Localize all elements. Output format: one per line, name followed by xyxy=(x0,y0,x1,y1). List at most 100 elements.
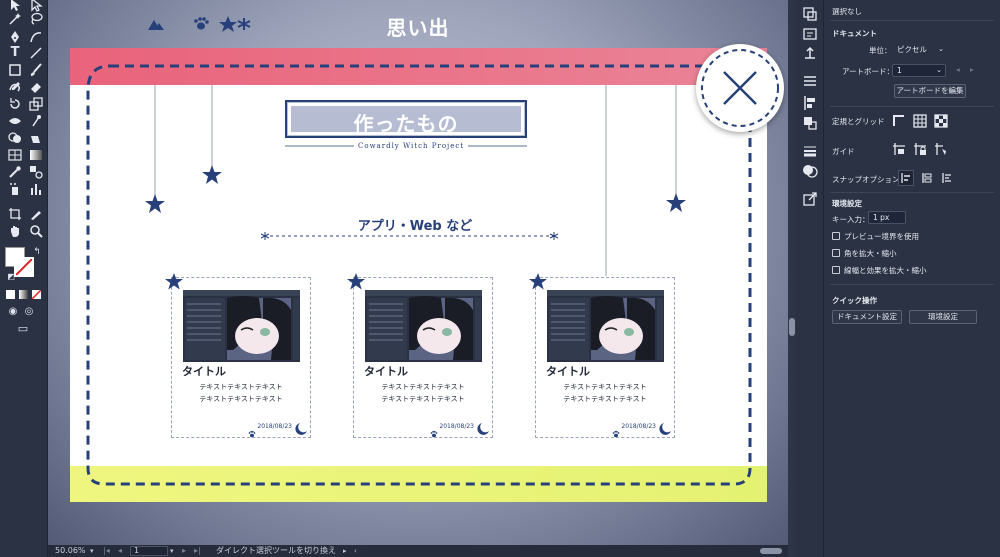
card-thumbnail xyxy=(365,290,482,362)
units-dropdown[interactable]: ピクセル ⌄ xyxy=(892,43,948,56)
vertical-scroll-thumb[interactable] xyxy=(789,318,795,336)
zoom-dropdown-icon[interactable]: ▾ xyxy=(90,545,94,557)
scroll-left-icon[interactable]: ‹ xyxy=(354,545,357,557)
close-button[interactable] xyxy=(696,44,784,132)
artboards-panel-icon[interactable] xyxy=(801,25,819,43)
preview-bounds-checkbox[interactable] xyxy=(832,232,840,240)
artboard-value: 1 xyxy=(897,66,902,75)
screen-mode-icon[interactable]: ▭ xyxy=(14,320,32,338)
snap-to-pixel-icon[interactable] xyxy=(920,171,934,185)
shape-builder-tool-icon[interactable] xyxy=(6,129,24,147)
appearance-panel-icon[interactable] xyxy=(801,162,819,180)
slice-tool-icon[interactable] xyxy=(27,205,45,223)
scale-corners-checkbox[interactable] xyxy=(832,249,840,257)
draw-behind-icon[interactable]: ◎ xyxy=(20,303,38,321)
hand-tool-icon[interactable] xyxy=(6,222,24,240)
work-card[interactable]: タイトル テキストテキストテキスト テキストテキストテキスト 2018/08/2… xyxy=(535,277,675,438)
paintbrush-tool-icon[interactable] xyxy=(27,61,45,79)
next-artboard-icon[interactable]: ▸ xyxy=(182,545,186,557)
next-artboard-icon[interactable]: ▸ xyxy=(970,65,974,74)
align-panel-icon[interactable] xyxy=(801,94,819,112)
divider xyxy=(830,20,994,21)
snap-to-point-toggle[interactable] xyxy=(898,170,914,186)
heading-box: 作ったもの xyxy=(285,100,527,138)
artboard[interactable]: 作ったもの Cowardly Witch Project アプリ・Web など xyxy=(70,48,767,502)
eyedropper-tool-icon[interactable] xyxy=(6,163,24,181)
snap-to-glyph-icon[interactable] xyxy=(940,171,954,185)
magic-wand-tool-icon[interactable] xyxy=(6,10,24,28)
scale-strokes-checkbox[interactable] xyxy=(832,266,840,274)
divider xyxy=(830,106,994,107)
work-card[interactable]: タイトル テキストテキストテキスト テキストテキストテキスト 2018/08/2… xyxy=(171,277,311,438)
last-artboard-icon[interactable]: ▸| xyxy=(194,545,201,557)
card-title: タイトル xyxy=(364,365,408,378)
shaper-tool-icon[interactable] xyxy=(6,78,24,96)
smart-guides-icon[interactable] xyxy=(934,142,948,156)
current-tool-status: ダイレクト選択ツールを切り換え xyxy=(216,546,336,555)
card-date: 2018/08/23 xyxy=(439,423,474,430)
width-tool-icon[interactable] xyxy=(6,112,24,130)
lock-guides-icon[interactable] xyxy=(913,142,927,156)
grid-icon[interactable] xyxy=(913,114,927,128)
tools-panel: T ↰ ◩ ◉ ◎ ▭ xyxy=(0,0,48,557)
swap-colors-icon[interactable]: ↰ xyxy=(28,243,46,261)
puppet-warp-tool-icon[interactable] xyxy=(27,112,45,130)
edit-artboards-button[interactable]: アートボードを編集 xyxy=(894,84,966,98)
rectangle-tool-icon[interactable] xyxy=(6,61,24,79)
card-text-line-1: テキストテキストテキスト xyxy=(563,383,647,391)
line-tool-icon[interactable] xyxy=(27,44,45,62)
moon-icon xyxy=(476,421,490,435)
card-thumbnail xyxy=(547,290,664,362)
gradient-tool-icon[interactable] xyxy=(27,146,45,164)
rotate-tool-icon[interactable] xyxy=(6,95,24,113)
rulers-icon[interactable] xyxy=(892,114,906,128)
transform-panel-icon[interactable] xyxy=(801,5,819,23)
artboard-tool-icon[interactable] xyxy=(6,205,24,223)
snap-options-label: スナップオプション xyxy=(832,175,900,184)
symbol-sprayer-tool-icon[interactable] xyxy=(6,180,24,198)
color-mode-icon[interactable] xyxy=(6,290,15,299)
live-paint-tool-icon[interactable] xyxy=(27,129,45,147)
horizontal-scroll-thumb[interactable] xyxy=(760,548,782,554)
moon-icon xyxy=(658,421,672,435)
transparency-grid-icon[interactable] xyxy=(934,114,948,128)
artboard-number-field[interactable]: 1 xyxy=(130,546,168,556)
perspective-grid-tool-icon[interactable] xyxy=(6,146,24,164)
lasso-tool-icon[interactable] xyxy=(27,10,45,28)
status-menu-icon[interactable]: ▸ xyxy=(343,545,347,557)
zoom-level[interactable]: 50.06% xyxy=(55,545,86,557)
document-setup-button[interactable]: ドキュメント設定 xyxy=(832,310,902,324)
prev-artboard-icon[interactable]: ◂ xyxy=(118,545,122,557)
artboard-label: アートボード： xyxy=(842,67,895,76)
type-tool-icon[interactable]: T xyxy=(6,44,24,62)
prev-artboard-icon[interactable]: ◂ xyxy=(956,65,960,74)
zoom-tool-icon[interactable] xyxy=(27,222,45,240)
work-card[interactable]: タイトル テキストテキストテキスト テキストテキストテキスト 2018/08/2… xyxy=(353,277,493,438)
vertical-scrollbar[interactable] xyxy=(788,0,796,557)
default-colors-icon[interactable]: ◩ xyxy=(2,268,20,286)
selection-status: 選択なし xyxy=(832,7,862,16)
eraser-tool-icon[interactable] xyxy=(27,78,45,96)
export-panel-icon[interactable] xyxy=(801,45,819,63)
first-artboard-icon[interactable]: |◂ xyxy=(103,545,110,557)
chevron-down-icon: ⌄ xyxy=(938,45,944,53)
stroke-panel-icon[interactable] xyxy=(801,142,819,160)
symbols-panel-icon[interactable] xyxy=(801,72,819,90)
section-heading: アプリ・Web など xyxy=(357,219,473,234)
show-guides-icon[interactable] xyxy=(892,142,906,156)
none-mode-icon[interactable] xyxy=(32,290,41,299)
scale-corners-label: 角を拡大・縮小 xyxy=(844,249,897,258)
blend-tool-icon[interactable] xyxy=(27,163,45,181)
key-increment-field[interactable]: 1 px xyxy=(868,211,906,224)
gradient-mode-icon[interactable] xyxy=(19,290,28,299)
artboard-number-dropdown-icon[interactable]: ▾ xyxy=(170,545,174,557)
pathfinder-panel-icon[interactable] xyxy=(801,114,819,132)
canvas-area[interactable]: 思い出 作ったもの Cowardly Witch Project アプリ・Web… xyxy=(48,0,788,545)
artboard-select[interactable]: 1 ⌄ xyxy=(892,64,946,77)
paw-icon xyxy=(248,423,256,438)
scale-tool-icon[interactable] xyxy=(27,95,45,113)
card-text-line-1: テキストテキストテキスト xyxy=(381,383,465,391)
preferences-button[interactable]: 環境設定 xyxy=(909,310,977,324)
links-panel-icon[interactable] xyxy=(801,190,819,208)
column-graph-tool-icon[interactable] xyxy=(27,180,45,198)
